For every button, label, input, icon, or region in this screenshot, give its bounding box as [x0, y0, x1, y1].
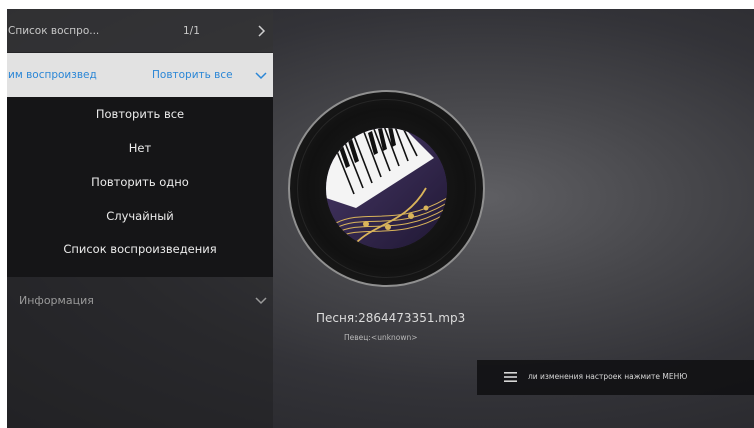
- chevron-down-icon: [255, 72, 267, 80]
- piano-music-art: [326, 128, 447, 249]
- menu-hint-bar: ли изменения настроек нажмите МЕНЮ: [477, 360, 754, 395]
- playback-mode-row[interactable]: им воспроизвед Повторить все: [7, 53, 273, 97]
- playlist-row[interactable]: Список воспро... 1/1: [7, 9, 273, 52]
- menu-hint-text: ли изменения настроек нажмите МЕНЮ: [528, 372, 688, 381]
- song-title: Песня:2864473351.mp3: [316, 311, 466, 325]
- info-row[interactable]: Информация: [7, 280, 273, 320]
- playback-mode-label: им воспроизвед: [8, 69, 97, 81]
- option-playlist[interactable]: Список воспроизведения: [7, 235, 273, 263]
- album-art: [326, 128, 447, 249]
- info-label: Информация: [19, 293, 94, 307]
- playback-mode-value: Повторить все: [152, 69, 233, 81]
- option-repeat-one[interactable]: Повторить одно: [7, 168, 273, 196]
- settings-panel: Список воспро... 1/1 им воспроизвед Повт…: [7, 9, 273, 428]
- playlist-count: 1/1: [183, 24, 200, 37]
- chevron-down-icon: [255, 297, 267, 305]
- playlist-label: Список воспро...: [8, 24, 100, 37]
- option-repeat-all[interactable]: Повторить все: [7, 100, 273, 128]
- menu-icon: [504, 372, 517, 382]
- vinyl-disc: [288, 90, 485, 287]
- playback-mode-dropdown: Повторить все Нет Повторить одно Случайн…: [7, 97, 273, 277]
- option-shuffle[interactable]: Случайный: [7, 202, 273, 230]
- option-none[interactable]: Нет: [7, 134, 273, 162]
- chevron-right-icon: [258, 24, 266, 37]
- player-screen: Список воспро... 1/1 им воспроизвед Повт…: [7, 9, 754, 428]
- artist-name: Певец:<unknown>: [344, 333, 418, 342]
